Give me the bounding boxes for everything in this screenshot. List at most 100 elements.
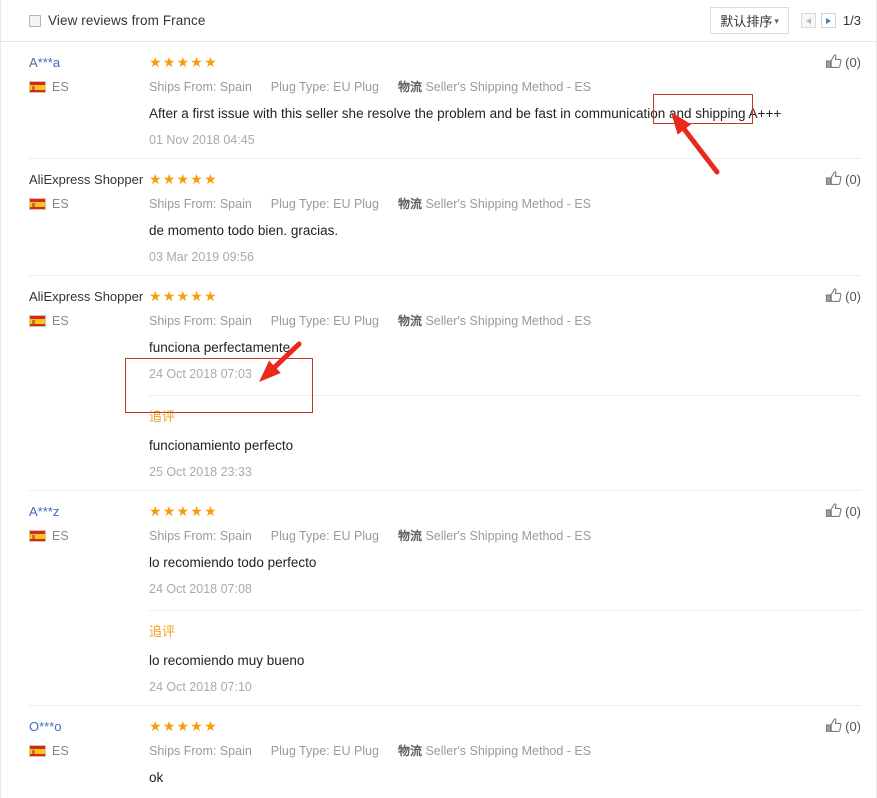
review-main: AliExpress Shopper ES ★★★★★ Ships From: …	[29, 288, 861, 382]
arrow-left-icon[interactable]	[800, 13, 816, 28]
followup-date: 25 Oct 2018 23:33	[149, 465, 252, 479]
review-item: O***o ES ★★★★★ Ships From: Spain Plug Ty…	[29, 706, 861, 798]
shipping-method: Seller's Shipping Method - ES	[425, 529, 592, 543]
pagination: 1/3	[800, 13, 861, 28]
reviewer-country: ES	[29, 744, 149, 758]
review-user: A***a ES	[29, 54, 149, 94]
country-code: ES	[52, 197, 69, 211]
helpful-count: (0)	[845, 718, 861, 734]
review-content: ok	[149, 770, 164, 785]
country-code: ES	[52, 80, 69, 94]
country-code: ES	[52, 314, 69, 328]
review-date: 03 Mar 2019 09:56	[149, 250, 254, 264]
review-item: A***z ES ★★★★★ Ships From: Spain Plug Ty…	[29, 491, 861, 706]
ships-from: Ships From: Spain	[149, 80, 252, 94]
reviewer-name[interactable]: O***o	[29, 718, 62, 735]
sort-dropdown[interactable]: 默认排序 ▾	[710, 7, 789, 34]
review-body: ★★★★★ Ships From: Spain Plug Type: EU Pl…	[149, 503, 861, 597]
shipping-method: Seller's Shipping Method - ES	[425, 80, 592, 94]
helpful-button[interactable]: (0)	[825, 718, 861, 734]
review-content: de momento todo bien. gracias.	[149, 223, 339, 238]
star-rating: ★★★★★	[149, 54, 218, 70]
followup-date: 24 Oct 2018 07:10	[149, 680, 252, 694]
thumbs-up-icon	[826, 503, 842, 517]
review-user: O***o ES	[29, 718, 149, 758]
star-rating: ★★★★★	[149, 171, 218, 187]
reviewer-name[interactable]: A***z	[29, 503, 59, 520]
plug-type: Plug Type: EU Plug	[270, 744, 379, 758]
thumbs-up-icon	[826, 54, 842, 68]
review-main: AliExpress Shopper ES ★★★★★ Ships From: …	[29, 171, 861, 265]
ships-from: Ships From: Spain	[149, 314, 252, 328]
followup-content: funcionamiento perfecto	[149, 438, 294, 453]
followup-review: 追评 funcionamiento perfecto 25 Oct 2018 2…	[149, 395, 861, 480]
helpful-button[interactable]: (0)	[825, 503, 861, 519]
reviewer-name: AliExpress Shopper	[29, 289, 144, 304]
thumbs-up-icon	[826, 288, 842, 302]
plug-type: Plug Type: EU Plug	[270, 529, 379, 543]
review-content: funciona perfectamente.	[149, 340, 294, 355]
helpful-count: (0)	[845, 171, 861, 187]
review-user: AliExpress Shopper ES	[29, 288, 149, 328]
spain-flag-icon	[29, 530, 46, 542]
reviewer-country: ES	[29, 80, 149, 94]
plug-type: Plug Type: EU Plug	[270, 197, 379, 211]
reviewer-country: ES	[29, 314, 149, 328]
helpful-count: (0)	[845, 288, 861, 304]
review-item: AliExpress Shopper ES ★★★★★ Ships From: …	[29, 159, 861, 276]
review-body: ★★★★★ Ships From: Spain Plug Type: EU Pl…	[149, 54, 861, 148]
review-meta: Ships From: Spain Plug Type: EU Plug 物流 …	[149, 79, 851, 95]
france-filter[interactable]: View reviews from France	[29, 13, 205, 28]
sort-dropdown-label: 默认排序	[720, 14, 773, 29]
reviews-header: View reviews from France 默认排序 ▾ 1/3	[1, 0, 876, 42]
plug-type: Plug Type: EU Plug	[270, 80, 379, 94]
followup-content: lo recomiendo muy bueno	[149, 653, 305, 668]
shipping-method: Seller's Shipping Method - ES	[425, 314, 592, 328]
review-content: lo recomiendo todo perfecto	[149, 555, 317, 570]
star-rating: ★★★★★	[149, 503, 218, 519]
review-date: 01 Nov 2018 04:45	[149, 133, 255, 147]
reviewer-name: AliExpress Shopper	[29, 172, 144, 187]
reviews-list: A***a ES ★★★★★ Ships From: Spain Plug Ty…	[1, 42, 876, 798]
arrow-right-glyph	[825, 17, 831, 24]
review-body: ★★★★★ Ships From: Spain Plug Type: EU Pl…	[149, 288, 861, 382]
review-body: ★★★★★ Ships From: Spain Plug Type: EU Pl…	[149, 718, 861, 798]
spain-flag-icon	[29, 81, 46, 93]
shipping-method: Seller's Shipping Method - ES	[425, 197, 592, 211]
helpful-button[interactable]: (0)	[825, 288, 861, 304]
arrow-left-glyph	[805, 17, 811, 24]
arrow-right-icon[interactable]	[820, 13, 836, 28]
reviews-page: View reviews from France 默认排序 ▾ 1/3 A***…	[0, 0, 877, 798]
review-meta: Ships From: Spain Plug Type: EU Plug 物流 …	[149, 528, 851, 544]
spain-flag-icon	[29, 745, 46, 757]
logistics-label: 物流	[397, 314, 422, 328]
star-rating: ★★★★★	[149, 718, 218, 734]
helpful-button[interactable]: (0)	[825, 171, 861, 187]
review-body: ★★★★★ Ships From: Spain Plug Type: EU Pl…	[149, 171, 861, 265]
review-main: A***z ES ★★★★★ Ships From: Spain Plug Ty…	[29, 503, 861, 597]
helpful-button[interactable]: (0)	[825, 54, 861, 70]
followup-review: 追评 lo recomiendo muy bueno 24 Oct 2018 0…	[149, 610, 861, 695]
spain-flag-icon	[29, 198, 46, 210]
review-meta: Ships From: Spain Plug Type: EU Plug 物流 …	[149, 313, 851, 329]
helpful-count: (0)	[845, 503, 861, 519]
review-date: 24 Oct 2018 07:03	[149, 367, 252, 381]
followup-tag: 追评	[149, 409, 176, 424]
plug-type: Plug Type: EU Plug	[270, 314, 379, 328]
review-content: After a first issue with this seller she…	[149, 106, 782, 121]
helpful-count: (0)	[845, 54, 861, 70]
ships-from: Ships From: Spain	[149, 744, 252, 758]
view-reviews-from-france-checkbox[interactable]	[29, 14, 41, 27]
review-item: AliExpress Shopper ES ★★★★★ Ships From: …	[29, 276, 861, 491]
review-meta: Ships From: Spain Plug Type: EU Plug 物流 …	[149, 743, 851, 759]
page-count: 1/3	[842, 13, 861, 28]
review-user: AliExpress Shopper ES	[29, 171, 149, 211]
shipping-method: Seller's Shipping Method - ES	[425, 744, 592, 758]
country-code: ES	[52, 744, 69, 758]
chevron-down-icon: ▾	[774, 16, 779, 26]
reviewer-name[interactable]: A***a	[29, 54, 60, 71]
review-main: O***o ES ★★★★★ Ships From: Spain Plug Ty…	[29, 718, 861, 798]
star-rating: ★★★★★	[149, 288, 218, 304]
spain-flag-icon	[29, 315, 46, 327]
reviewer-country: ES	[29, 529, 149, 543]
